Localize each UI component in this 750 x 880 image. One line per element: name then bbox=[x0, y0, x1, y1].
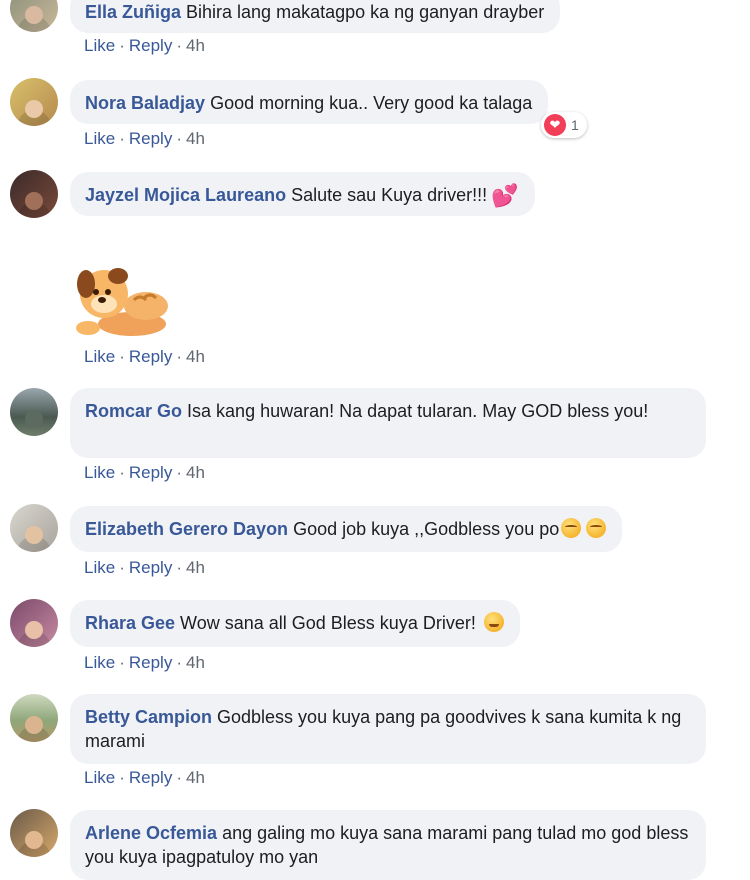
comment-bubble: Jayzel Mojica Laureano Salute sau Kuya dr… bbox=[70, 172, 535, 216]
comment-text: Salute sau Kuya driver!!! bbox=[291, 185, 488, 205]
avatar[interactable] bbox=[10, 0, 58, 32]
comment-time[interactable]: 4h bbox=[186, 768, 205, 787]
comment-author[interactable]: Jayzel Mojica Laureano bbox=[85, 185, 286, 205]
comment-author[interactable]: Elizabeth Gerero Dayon bbox=[85, 519, 288, 539]
comment-author[interactable]: Rhara Gee bbox=[85, 613, 175, 633]
avatar[interactable] bbox=[10, 78, 58, 126]
reply-link[interactable]: Reply bbox=[129, 768, 172, 787]
comment-time[interactable]: 4h bbox=[186, 653, 205, 672]
comment-author[interactable]: Arlene Ocfemia bbox=[85, 823, 217, 843]
comment-text: Good job kuya ,,Godbless you po bbox=[293, 519, 560, 539]
heart-icon: ❤ bbox=[544, 114, 566, 136]
comment-bubble: Rhara Gee Wow sana all God Bless kuya Dri… bbox=[70, 600, 520, 647]
reaction-summary[interactable]: ❤ 1 bbox=[541, 112, 587, 138]
reply-link[interactable]: Reply bbox=[129, 129, 172, 148]
comment-author[interactable]: Betty Campion bbox=[85, 707, 212, 727]
avatar[interactable] bbox=[10, 694, 58, 742]
comment-actions: Like · Reply · 4h bbox=[84, 558, 205, 577]
comment-author[interactable]: Nora Baladjay bbox=[85, 93, 205, 113]
like-link[interactable]: Like bbox=[84, 653, 115, 672]
winking-face-icon bbox=[483, 612, 504, 632]
comment-bubble: Ella Zuñiga Bihira lang makatagpo ka ng g… bbox=[70, 0, 561, 33]
reply-link[interactable]: Reply bbox=[129, 558, 172, 577]
reply-link[interactable]: Reply bbox=[129, 653, 172, 672]
reply-link[interactable]: Reply bbox=[129, 347, 172, 366]
comment-text: Good morning kua.. Very good ka talaga bbox=[210, 93, 533, 113]
comment-actions: Like · Reply · 4h bbox=[84, 768, 205, 787]
avatar[interactable] bbox=[10, 170, 58, 218]
like-link[interactable]: Like bbox=[84, 36, 115, 55]
comment-bubble: Arlene Ocfemia ang galing mo kuya sana ma… bbox=[70, 810, 706, 880]
comment-text: Bihira lang makatagpo ka ng ganyan drayb… bbox=[186, 2, 545, 22]
avatar[interactable] bbox=[10, 809, 58, 857]
avatar[interactable] bbox=[10, 599, 58, 647]
comment-bubble: Elizabeth Gerero Dayon Good job kuya ,,Go… bbox=[70, 506, 623, 552]
comment-time[interactable]: 4h bbox=[186, 558, 205, 577]
comment-actions: Like · Reply · 4h bbox=[84, 36, 205, 55]
like-link[interactable]: Like bbox=[84, 558, 115, 577]
like-link[interactable]: Like bbox=[84, 129, 115, 148]
comment-text: Isa kang huwaran! Na dapat tularan. May … bbox=[187, 401, 649, 421]
avatar[interactable] bbox=[10, 504, 58, 552]
like-link[interactable]: Like bbox=[84, 347, 115, 366]
comment-time[interactable]: 4h bbox=[186, 463, 205, 482]
comment-bubble: Romcar Go Isa kang huwaran! Na dapat tula… bbox=[70, 388, 706, 458]
reaction-count: 1 bbox=[571, 117, 579, 133]
comment-actions: Like · Reply · 4h bbox=[84, 653, 205, 672]
comment-author[interactable]: Ella Zuñiga bbox=[85, 2, 181, 22]
comment-bubble: Nora Baladjay Good morning kua.. Very goo… bbox=[70, 80, 549, 124]
like-link[interactable]: Like bbox=[84, 768, 115, 787]
comment-time[interactable]: 4h bbox=[186, 347, 205, 366]
comment-bubble: Betty Campion Godbless you kuya pang pa g… bbox=[70, 694, 706, 764]
comment-time[interactable]: 4h bbox=[186, 36, 205, 55]
comment-actions: Like · Reply · 4h bbox=[84, 347, 205, 366]
dog-sticker bbox=[76, 268, 168, 336]
comment-actions: Like · Reply · 4h bbox=[84, 463, 205, 482]
two-hearts-icon: 💕 bbox=[491, 183, 519, 208]
relieved-face-icon bbox=[561, 518, 582, 538]
like-link[interactable]: Like bbox=[84, 463, 115, 482]
avatar[interactable] bbox=[10, 388, 58, 436]
relieved-face-icon bbox=[586, 518, 607, 538]
comment-text: Wow sana all God Bless kuya Driver! bbox=[180, 613, 476, 633]
comment-actions: Like · Reply · 4h bbox=[84, 129, 205, 148]
comment-author[interactable]: Romcar Go bbox=[85, 401, 182, 421]
reply-link[interactable]: Reply bbox=[129, 463, 172, 482]
comment-time[interactable]: 4h bbox=[186, 129, 205, 148]
reply-link[interactable]: Reply bbox=[129, 36, 172, 55]
